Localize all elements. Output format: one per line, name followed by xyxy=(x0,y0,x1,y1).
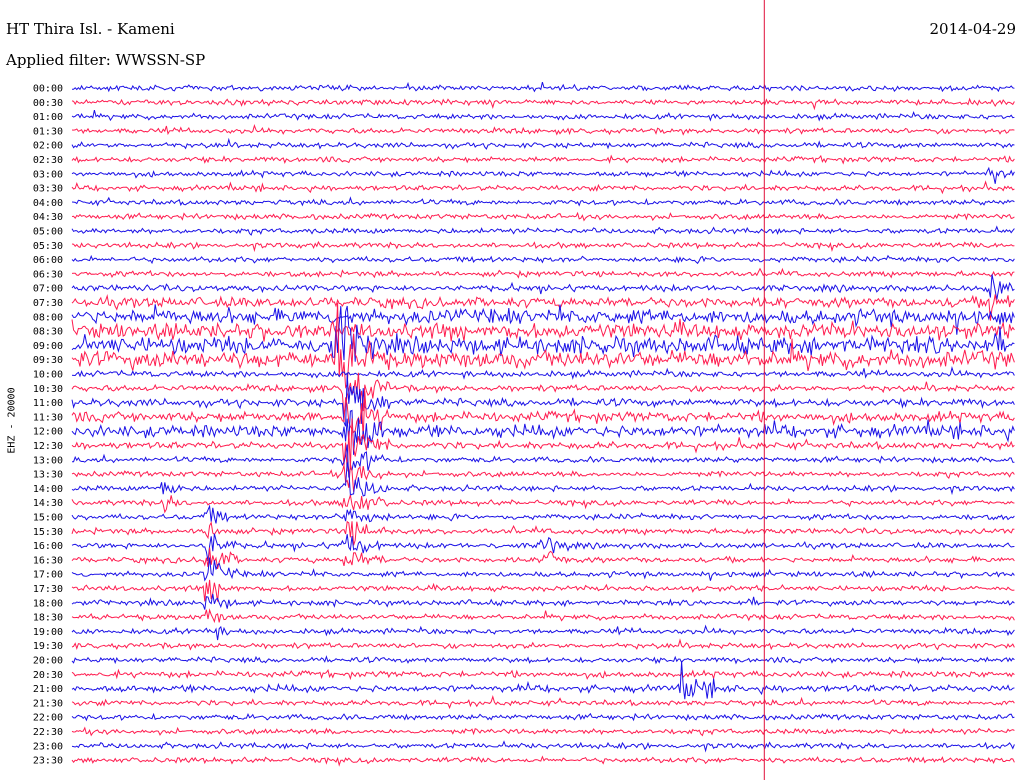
trace-row-43 xyxy=(71,694,1015,710)
trace-row-30 xyxy=(71,504,1015,524)
helicorder-plot: 00:00 00:30 01:00 01:30 02:00 02:30 03:00 03:30… xyxy=(33,0,1015,780)
row-time-label: 01:30 xyxy=(33,126,63,137)
row-time-label: 22:30 xyxy=(33,727,63,738)
trace-row-14 xyxy=(71,274,1015,300)
trace-row-38 xyxy=(71,624,1015,641)
row-time-label: 21:30 xyxy=(33,698,63,709)
trace-row-46 xyxy=(71,740,1015,753)
row-time-label: 17:00 xyxy=(33,570,63,581)
row-time-label: 11:00 xyxy=(33,398,63,409)
row-time-label: 16:30 xyxy=(33,555,63,566)
trace-row-5 xyxy=(71,154,1015,165)
trace-row-3 xyxy=(71,123,1015,136)
trace-row-20 xyxy=(71,366,1015,380)
row-time-label: 11:30 xyxy=(33,412,63,423)
row-time-label: 07:30 xyxy=(33,298,63,309)
row-time-label: 06:00 xyxy=(33,255,63,266)
trace-row-45 xyxy=(71,726,1015,737)
trace-row-42 xyxy=(71,661,1015,700)
row-time-label: 08:30 xyxy=(33,327,63,338)
trace-row-27 xyxy=(71,463,1015,492)
row-time-label: 09:30 xyxy=(33,355,63,366)
trace-row-39 xyxy=(71,638,1015,651)
row-time-label: 02:00 xyxy=(33,141,63,152)
trace-row-11 xyxy=(71,240,1015,253)
trace-row-1 xyxy=(71,97,1015,111)
row-time-label: 12:00 xyxy=(33,427,63,438)
row-time-label: 19:00 xyxy=(33,627,63,638)
row-time-label: 23:30 xyxy=(33,756,63,767)
row-time-label: 10:00 xyxy=(33,370,63,381)
trace-row-21 xyxy=(71,372,1015,415)
trace-row-12 xyxy=(71,254,1015,265)
trace-row-40 xyxy=(71,655,1015,665)
row-time-label: 04:00 xyxy=(33,198,63,209)
row-time-label: 07:00 xyxy=(33,284,63,295)
row-time-label: 05:30 xyxy=(33,241,63,252)
trace-row-7 xyxy=(71,180,1015,195)
row-time-label: 06:30 xyxy=(33,269,63,280)
row-time-label: 17:30 xyxy=(33,584,63,595)
row-time-label: 00:00 xyxy=(33,84,63,95)
row-time-label: 21:00 xyxy=(33,684,63,695)
row-time-label: 15:30 xyxy=(33,527,63,538)
trace-row-9 xyxy=(71,211,1015,222)
row-time-label: 20:00 xyxy=(33,656,63,667)
row-time-label: 09:00 xyxy=(33,341,63,352)
row-time-label: 02:30 xyxy=(33,155,63,166)
trace-row-6 xyxy=(71,166,1015,184)
trace-row-28 xyxy=(71,462,1015,497)
trace-row-22 xyxy=(71,372,1015,427)
trace-row-13 xyxy=(71,267,1015,279)
row-time-label: 16:00 xyxy=(33,541,63,552)
row-time-label: 08:00 xyxy=(33,312,63,323)
row-time-label: 04:30 xyxy=(33,212,63,223)
row-time-label: 10:30 xyxy=(33,384,63,395)
trace-row-15 xyxy=(71,294,1015,321)
row-time-label: 23:00 xyxy=(33,741,63,752)
trace-row-47 xyxy=(71,755,1015,767)
row-time-label: 20:30 xyxy=(33,670,63,681)
row-time-label: 01:00 xyxy=(33,112,63,123)
row-time-label: 14:30 xyxy=(33,498,63,509)
trace-row-4 xyxy=(71,137,1015,150)
row-time-label: 22:00 xyxy=(33,713,63,724)
trace-row-10 xyxy=(71,225,1015,236)
row-time-label: 18:30 xyxy=(33,613,63,624)
row-time-label: 13:30 xyxy=(33,470,63,481)
trace-row-0 xyxy=(72,81,1015,93)
row-time-label: 00:30 xyxy=(33,98,63,109)
row-time-label: 05:00 xyxy=(33,227,63,238)
trace-row-25 xyxy=(71,418,1015,472)
trace-row-26 xyxy=(72,444,1015,478)
row-time-label: 12:30 xyxy=(33,441,63,452)
trace-row-2 xyxy=(71,109,1015,122)
row-time-label: 03:30 xyxy=(33,184,63,195)
trace-row-41 xyxy=(71,668,1015,681)
trace-row-44 xyxy=(71,712,1015,722)
trace-row-37 xyxy=(71,608,1015,624)
row-time-label: 19:30 xyxy=(33,641,63,652)
row-time-label: 14:00 xyxy=(33,484,63,495)
trace-row-8 xyxy=(71,196,1015,207)
trace-row-36 xyxy=(71,593,1015,610)
row-time-label: 03:00 xyxy=(33,169,63,180)
row-time-label: 15:00 xyxy=(33,513,63,524)
row-time-label: 13:00 xyxy=(33,455,63,466)
row-time-label: 18:00 xyxy=(33,598,63,609)
